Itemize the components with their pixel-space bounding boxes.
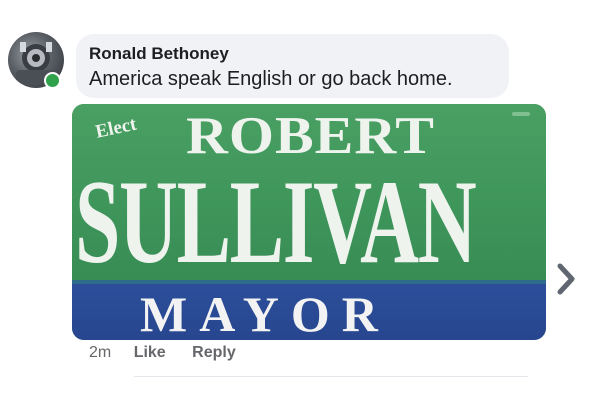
- sign-speck: [512, 112, 530, 116]
- chevron-right-icon[interactable]: [552, 262, 580, 296]
- sign-last-name: SULLIVAN: [75, 155, 477, 288]
- comment-meta: 2m Like Reply: [89, 344, 258, 366]
- sign-office: MAYOR: [140, 286, 390, 340]
- reply-button[interactable]: Reply: [192, 344, 236, 362]
- comment-attachment-image[interactable]: Elect ROBERT SULLIVAN MAYOR: [72, 104, 546, 340]
- like-button[interactable]: Like: [134, 344, 166, 362]
- divider: [134, 376, 528, 377]
- comment-timestamp[interactable]: 2m: [89, 344, 111, 362]
- comment-author[interactable]: Ronald Bethoney: [89, 44, 495, 64]
- online-status-dot: [44, 72, 61, 89]
- comment-bubble: Ronald Bethoney America speak English or…: [76, 34, 509, 98]
- comment-text: America speak English or go back home.: [89, 68, 453, 90]
